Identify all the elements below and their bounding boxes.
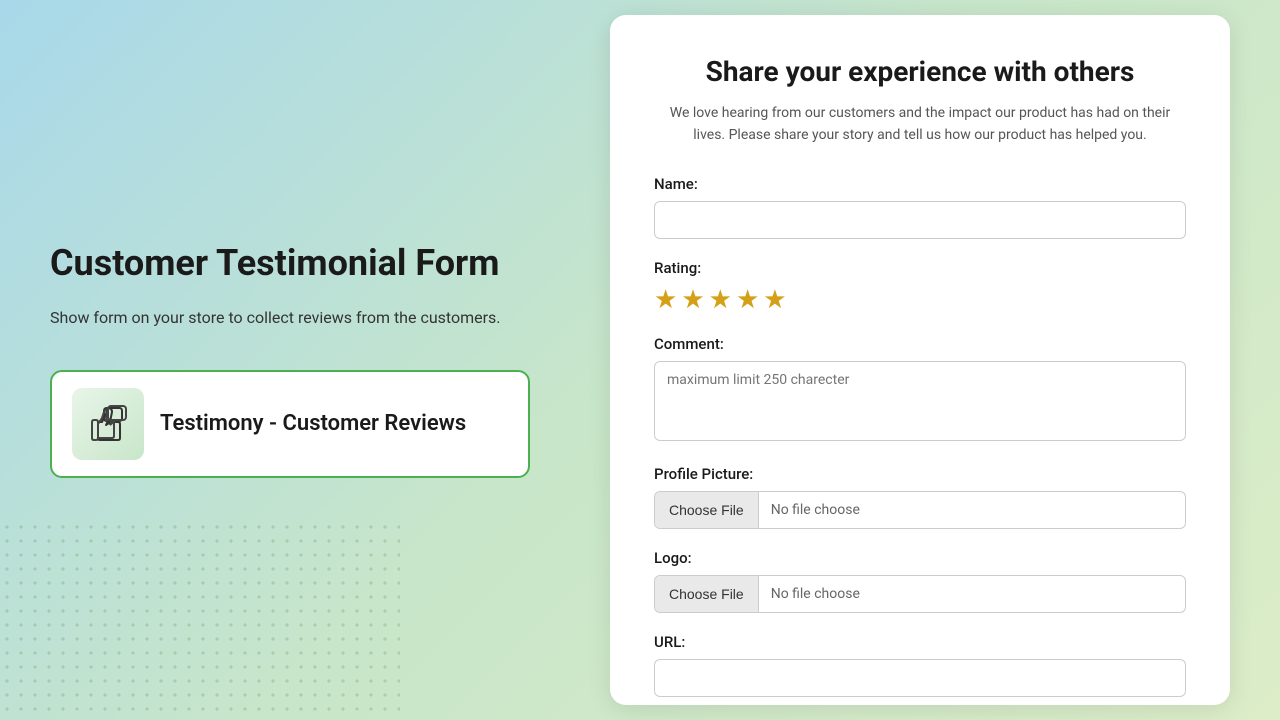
logo-choose-file-button[interactable]: Choose File bbox=[655, 576, 759, 612]
url-input[interactable] bbox=[654, 659, 1186, 697]
logo-file-input-wrapper: Choose File No file choose bbox=[654, 575, 1186, 613]
profile-picture-group: Profile Picture: Choose File No file cho… bbox=[654, 465, 1186, 529]
profile-choose-file-button[interactable]: Choose File bbox=[655, 492, 759, 528]
profile-file-name: No file choose bbox=[759, 492, 872, 528]
form-card: Share your experience with others We lov… bbox=[610, 15, 1230, 705]
star-rating[interactable]: ★ ★ ★ ★ ★ bbox=[654, 285, 1186, 315]
profile-picture-label: Profile Picture: bbox=[654, 465, 1186, 483]
app-card: Testimony - Customer Reviews bbox=[50, 370, 530, 478]
rating-group: Rating: ★ ★ ★ ★ ★ bbox=[654, 259, 1186, 315]
star-5[interactable]: ★ bbox=[763, 285, 786, 315]
rating-label: Rating: bbox=[654, 259, 1186, 277]
star-3[interactable]: ★ bbox=[709, 285, 732, 315]
name-group: Name: bbox=[654, 175, 1186, 239]
comment-label: Comment: bbox=[654, 335, 1186, 353]
star-2[interactable]: ★ bbox=[681, 285, 704, 315]
name-label: Name: bbox=[654, 175, 1186, 193]
page-title: Customer Testimonial Form bbox=[50, 242, 530, 285]
app-card-title: Testimony - Customer Reviews bbox=[160, 411, 466, 436]
app-icon bbox=[72, 388, 144, 460]
star-1[interactable]: ★ bbox=[654, 285, 677, 315]
logo-file-name: No file choose bbox=[759, 576, 872, 612]
logo-group: Logo: Choose File No file choose bbox=[654, 549, 1186, 613]
url-group: URL: bbox=[654, 633, 1186, 697]
name-input[interactable] bbox=[654, 201, 1186, 239]
url-label: URL: bbox=[654, 633, 1186, 651]
profile-file-input-wrapper: Choose File No file choose bbox=[654, 491, 1186, 529]
page-description: Show form on your store to collect revie… bbox=[50, 306, 530, 330]
form-subtitle: We love hearing from our customers and t… bbox=[654, 102, 1186, 147]
comment-textarea[interactable] bbox=[654, 361, 1186, 441]
logo-label: Logo: bbox=[654, 549, 1186, 567]
star-4[interactable]: ★ bbox=[736, 285, 759, 315]
comment-group: Comment: bbox=[654, 335, 1186, 445]
form-title: Share your experience with others bbox=[654, 55, 1186, 88]
